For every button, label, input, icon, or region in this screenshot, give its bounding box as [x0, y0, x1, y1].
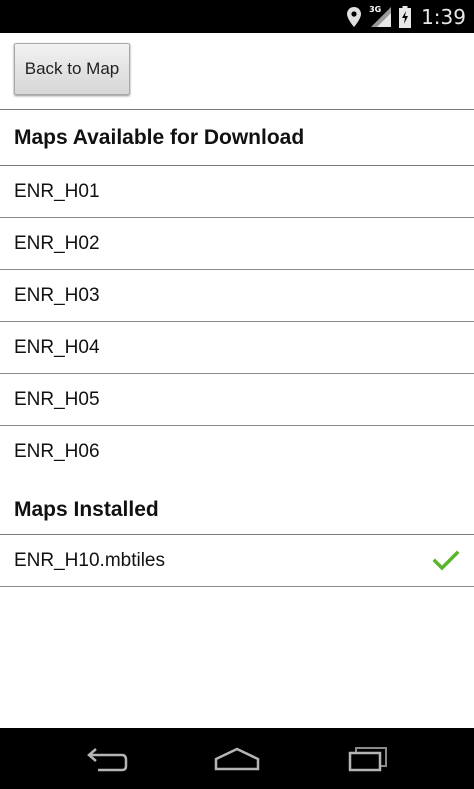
map-name: ENR_H02: [14, 232, 100, 254]
status-time: 1:39: [421, 4, 466, 29]
available-map-item[interactable]: ENR_H03: [0, 270, 474, 322]
map-name: ENR_H05: [14, 388, 100, 410]
available-map-item[interactable]: ENR_H06: [0, 426, 474, 478]
nav-home-button[interactable]: [207, 739, 267, 779]
location-pin-icon: [347, 6, 362, 27]
map-name: ENR_H03: [14, 284, 100, 306]
checkmark-icon: [432, 550, 460, 572]
back-icon: [86, 747, 127, 771]
installed-map-item[interactable]: ENR_H10.mbtiles: [0, 535, 474, 587]
phone-screen: 3G 1:39 Back to Map Maps Available for D…: [0, 0, 474, 789]
available-map-item[interactable]: ENR_H01: [0, 166, 474, 218]
map-name: ENR_H10.mbtiles: [14, 549, 165, 571]
status-bar: 3G 1:39: [0, 0, 474, 33]
app-content: Back to Map Maps Available for Download …: [0, 33, 474, 728]
navigation-bar: [0, 728, 474, 789]
available-maps-header: Maps Available for Download: [0, 110, 474, 166]
available-map-item[interactable]: ENR_H04: [0, 322, 474, 374]
recent-apps-icon: [349, 746, 388, 771]
home-icon: [214, 747, 260, 770]
map-name: ENR_H06: [14, 441, 100, 462]
toolbar: Back to Map: [0, 33, 474, 110]
map-name: ENR_H01: [14, 180, 100, 202]
installed-maps-header: Maps Installed: [0, 492, 474, 535]
signal-icon: 3G: [369, 4, 392, 27]
back-to-map-button[interactable]: Back to Map: [14, 43, 130, 95]
map-name: ENR_H04: [14, 336, 100, 358]
available-map-item[interactable]: ENR_H02: [0, 218, 474, 270]
network-type-label: 3G: [369, 4, 382, 14]
nav-recent-apps-button[interactable]: [338, 739, 398, 779]
nav-back-button[interactable]: [76, 739, 136, 779]
available-map-item[interactable]: ENR_H05: [0, 374, 474, 426]
battery-icon: [399, 5, 412, 28]
